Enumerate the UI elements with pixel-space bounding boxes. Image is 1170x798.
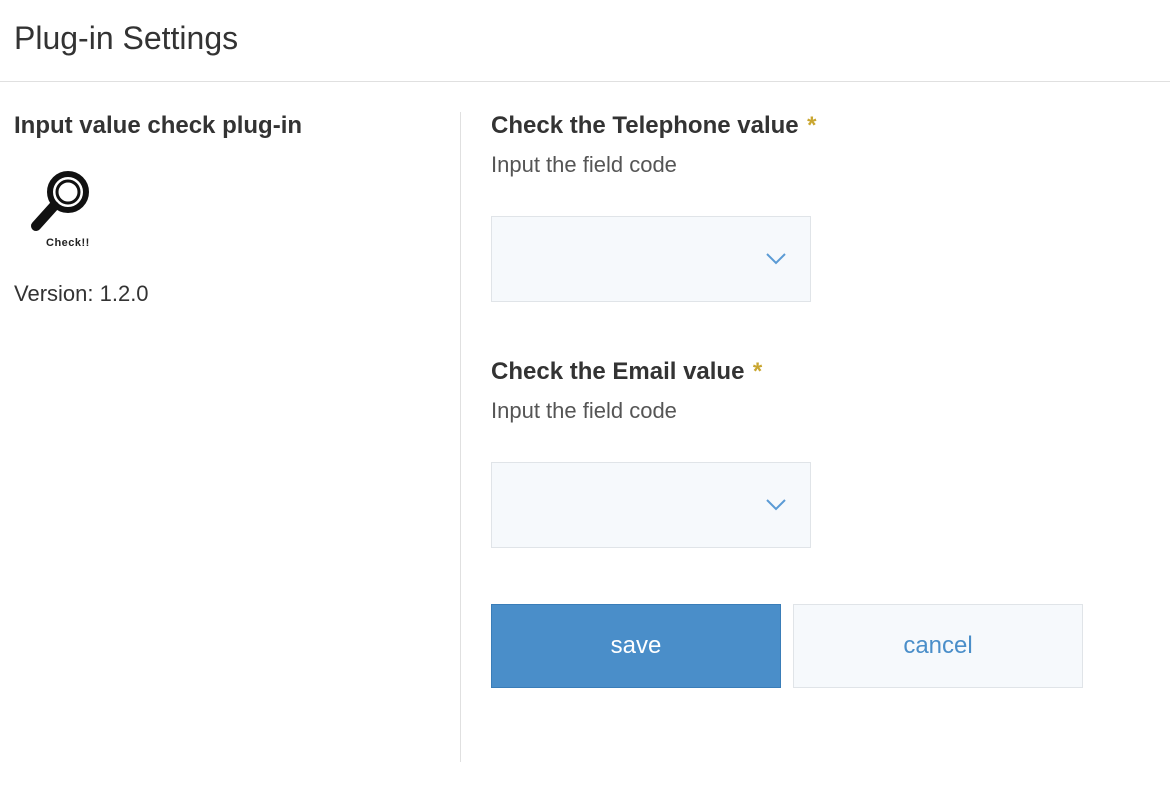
field-label-row: Check the Telephone value * (491, 112, 1141, 140)
email-label: Check the Email value (491, 358, 744, 385)
plugin-icon: Check!! (24, 168, 440, 263)
required-indicator: * (753, 358, 762, 385)
content-area: Input value check plug-in Check!! Versio… (0, 82, 1170, 762)
chevron-down-icon (766, 499, 786, 511)
email-select[interactable] (491, 462, 811, 548)
plugin-name: Input value check plug-in (14, 112, 440, 140)
page-title: Plug-in Settings (0, 0, 1170, 81)
field-group-telephone: Check the Telephone value * Input the fi… (491, 112, 1141, 302)
telephone-label: Check the Telephone value (491, 112, 799, 139)
telephone-select[interactable] (491, 216, 811, 302)
version-label: Version: 1.2.0 (14, 281, 440, 307)
telephone-hint: Input the field code (491, 152, 1141, 178)
left-panel: Input value check plug-in Check!! Versio… (0, 112, 460, 762)
email-hint: Input the field code (491, 398, 1141, 424)
right-panel: Check the Telephone value * Input the fi… (461, 112, 1141, 762)
required-indicator: * (807, 112, 816, 139)
field-group-email: Check the Email value * Input the field … (491, 358, 1141, 548)
plugin-icon-text: Check!! (46, 237, 90, 249)
save-button[interactable]: save (491, 604, 781, 688)
cancel-button[interactable]: cancel (793, 604, 1083, 688)
field-label-row: Check the Email value * (491, 358, 1141, 386)
chevron-down-icon (766, 253, 786, 265)
button-row: save cancel (491, 604, 1141, 688)
